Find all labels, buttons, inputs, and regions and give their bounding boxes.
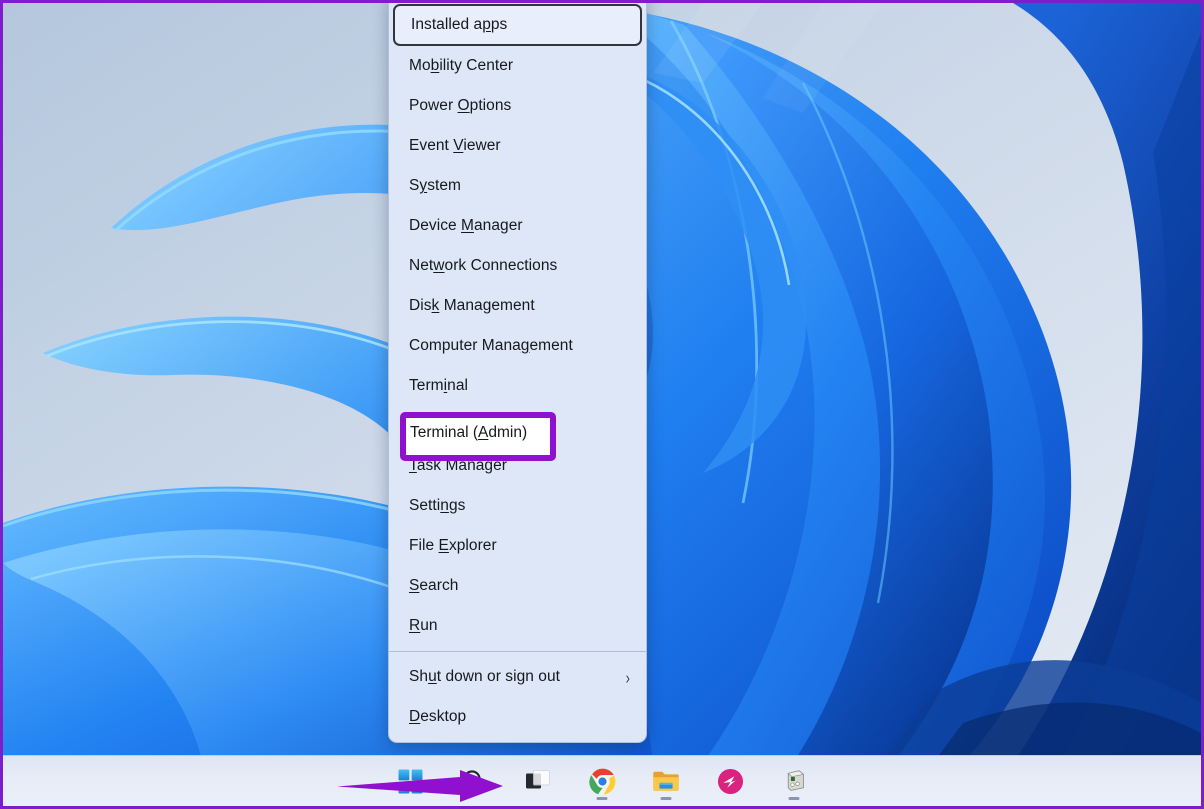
pink-circle-app-icon bbox=[717, 768, 744, 795]
menu-item-shut-down-or-sign-out[interactable]: Shut down or sign out › bbox=[389, 657, 646, 697]
task-view-button[interactable] bbox=[519, 762, 557, 800]
menu-item-event-viewer[interactable]: Event Viewer bbox=[389, 126, 646, 166]
device-button[interactable] bbox=[775, 762, 813, 800]
menu-item-label: Installed apps bbox=[411, 16, 624, 34]
desktop-screen: Installed apps Mobility Center Power Opt… bbox=[3, 3, 1201, 806]
chrome-icon bbox=[589, 768, 616, 795]
menu-item-power-options[interactable]: Power Options bbox=[389, 86, 646, 126]
menu-item-label: Search bbox=[409, 577, 630, 595]
app-pink-button[interactable] bbox=[711, 762, 749, 800]
menu-item-installed-apps[interactable]: Installed apps bbox=[393, 4, 642, 46]
menu-item-file-explorer[interactable]: File Explorer bbox=[389, 526, 646, 566]
taskbar-icon-group bbox=[3, 756, 1201, 806]
annotation-highlight-label: Terminal (Admin) bbox=[410, 424, 527, 442]
menu-item-label: Network Connections bbox=[409, 257, 630, 275]
menu-item-search[interactable]: Search bbox=[389, 566, 646, 606]
menu-item-desktop[interactable]: Desktop bbox=[389, 697, 646, 737]
running-indicator bbox=[661, 797, 672, 800]
menu-item-computer-management[interactable]: Computer Management bbox=[389, 326, 646, 366]
menu-item-label: Mobility Center bbox=[409, 57, 630, 75]
running-indicator bbox=[789, 797, 800, 800]
file-explorer-icon bbox=[652, 769, 680, 794]
task-view-icon bbox=[525, 769, 551, 793]
menu-item-run[interactable]: Run bbox=[389, 606, 646, 646]
menu-item-label: Event Viewer bbox=[409, 137, 630, 155]
annotation-arrow bbox=[336, 769, 504, 803]
menu-item-settings[interactable]: Settings bbox=[389, 486, 646, 526]
menu-item-label: System bbox=[409, 177, 630, 195]
menu-item-label: Run bbox=[409, 617, 630, 635]
running-indicator bbox=[597, 797, 608, 800]
menu-item-label: Device Manager bbox=[409, 217, 630, 235]
chevron-right-icon: › bbox=[626, 668, 630, 686]
menu-item-label: File Explorer bbox=[409, 537, 630, 555]
menu-item-label: Desktop bbox=[409, 708, 630, 726]
menu-item-label: Power Options bbox=[409, 97, 630, 115]
menu-item-device-manager[interactable]: Device Manager bbox=[389, 206, 646, 246]
taskbar bbox=[3, 755, 1201, 806]
menu-separator bbox=[389, 651, 646, 652]
menu-item-label: Terminal bbox=[409, 377, 630, 395]
menu-item-label: Disk Management bbox=[409, 297, 630, 315]
chrome-button[interactable] bbox=[583, 762, 621, 800]
file-explorer-button[interactable] bbox=[647, 762, 685, 800]
printer-device-icon bbox=[781, 769, 808, 794]
menu-item-mobility-center[interactable]: Mobility Center bbox=[389, 46, 646, 86]
menu-item-label: Computer Management bbox=[409, 337, 630, 355]
menu-item-terminal[interactable]: Terminal bbox=[389, 366, 646, 406]
menu-item-network-connections[interactable]: Network Connections bbox=[389, 246, 646, 286]
menu-item-label: Shut down or sign out bbox=[409, 668, 618, 686]
menu-item-system[interactable]: System bbox=[389, 166, 646, 206]
win-x-context-menu[interactable]: Installed apps Mobility Center Power Opt… bbox=[388, 3, 647, 743]
menu-item-label: Settings bbox=[409, 497, 630, 515]
menu-item-disk-management[interactable]: Disk Management bbox=[389, 286, 646, 326]
